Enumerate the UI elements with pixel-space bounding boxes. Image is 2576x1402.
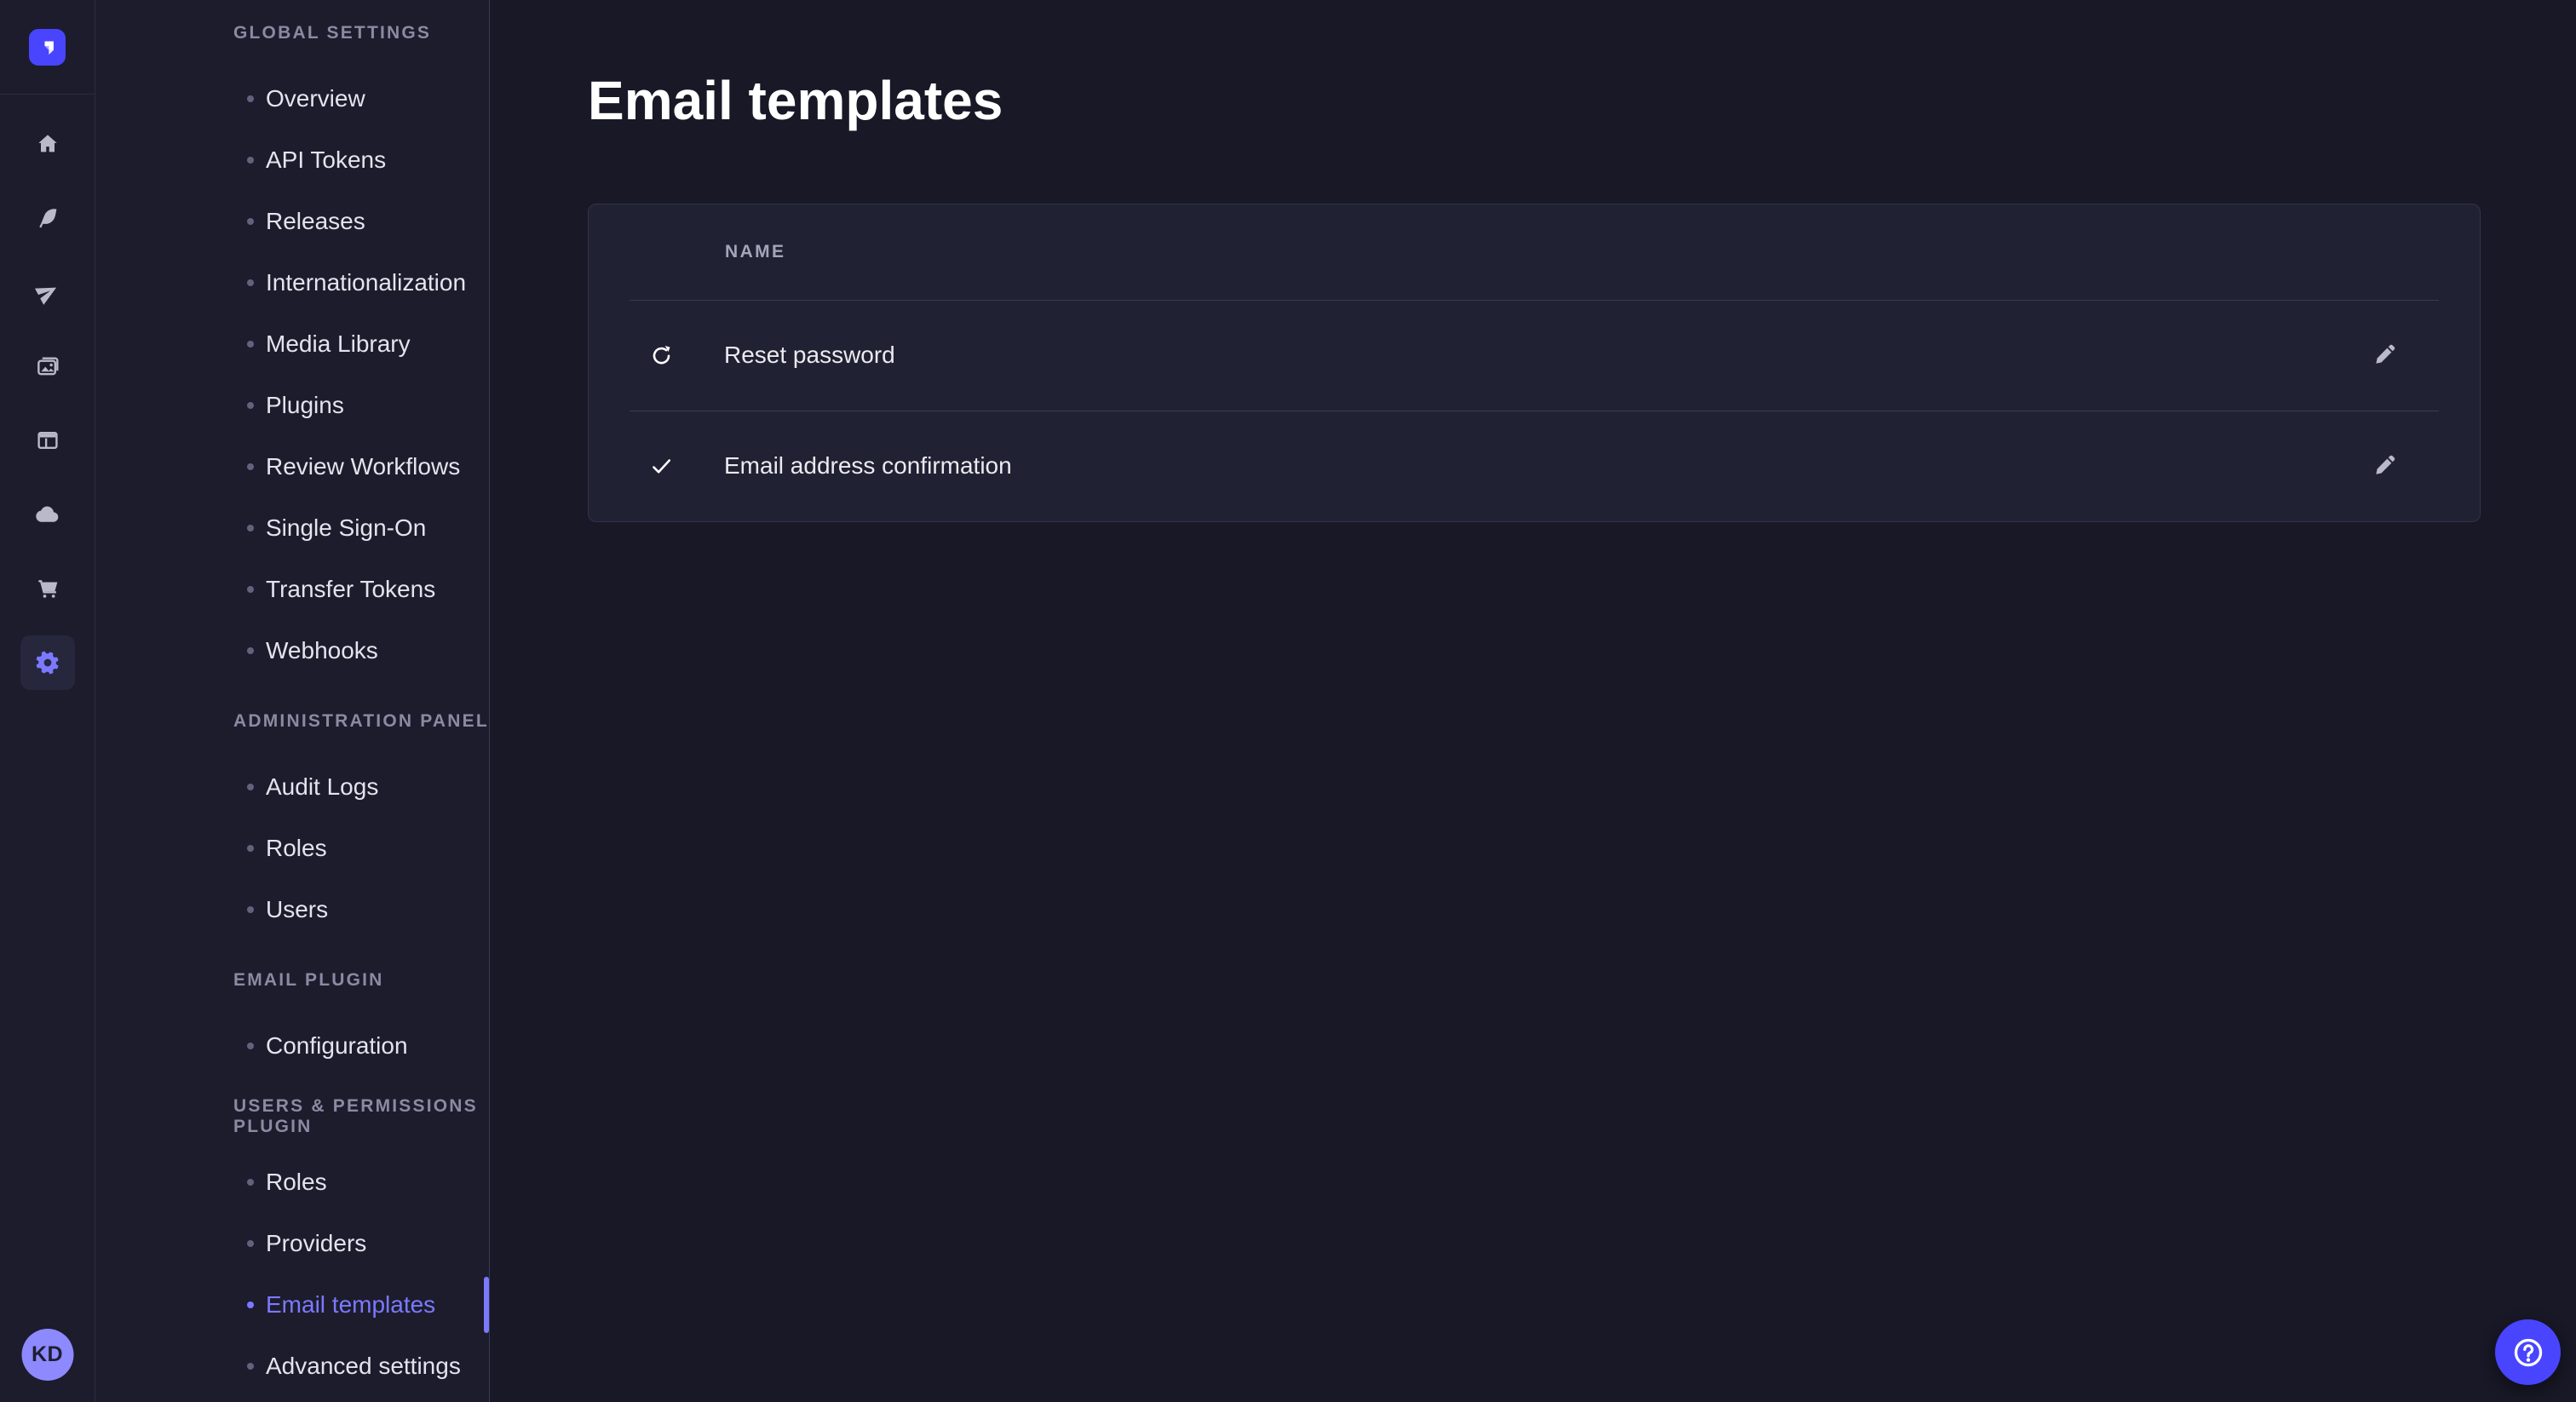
table-row[interactable]: Email address confirmation <box>589 411 2480 521</box>
sidebar-item-webhooks[interactable]: Webhooks <box>95 620 489 681</box>
edit-button[interactable] <box>2366 447 2403 485</box>
sidebar-section-email-plugin: EMAIL PLUGIN Configuration <box>95 963 489 1077</box>
bullet-icon <box>247 463 254 470</box>
sidebar-item-label: Plugins <box>266 392 344 419</box>
releases-icon[interactable] <box>0 255 95 329</box>
bullet-icon <box>247 784 254 790</box>
settings-sidebar: GLOBAL SETTINGS Overview API Tokens Release… <box>95 0 490 1402</box>
refresh-icon <box>644 338 678 372</box>
sidebar-item-label: Single Sign-On <box>266 514 426 542</box>
sidebar-item-label: Roles <box>266 1169 327 1196</box>
rail-nav-list <box>0 106 95 699</box>
sidebar-section-global-settings: GLOBAL SETTINGS Overview API Tokens Release… <box>95 16 489 681</box>
sidebar-section-header: ADMINISTRATION PANEL <box>95 704 489 738</box>
sidebar-item-label: Providers <box>266 1230 366 1257</box>
sidebar-item-releases[interactable]: Releases <box>95 191 489 252</box>
bullet-icon <box>247 845 254 852</box>
sidebar-item-label: Configuration <box>266 1032 408 1060</box>
sidebar-section-users-permissions-plugin: USERS & PERMISSIONS PLUGIN Roles Providers… <box>95 1100 489 1397</box>
page-title: Email templates <box>588 70 2576 133</box>
logo-section <box>0 0 95 95</box>
sidebar-item-plugins[interactable]: Plugins <box>95 375 489 436</box>
media-library-icon[interactable] <box>0 329 95 403</box>
content-type-builder-icon[interactable] <box>0 403 95 477</box>
bullet-icon <box>247 341 254 348</box>
pencil-icon <box>2372 453 2397 479</box>
sidebar-item-transfer-tokens[interactable]: Transfer Tokens <box>95 559 489 620</box>
deploy-icon[interactable] <box>0 477 95 551</box>
bullet-icon <box>247 525 254 531</box>
bullet-icon <box>247 157 254 164</box>
sidebar-item-users[interactable]: Users <box>95 879 489 940</box>
settings-sidebar-list: GLOBAL SETTINGS Overview API Tokens Release… <box>95 16 489 1397</box>
sidebar-item-roles[interactable]: Roles <box>95 1152 489 1213</box>
sidebar-item-providers[interactable]: Providers <box>95 1213 489 1274</box>
question-circle-icon <box>2510 1335 2546 1370</box>
email-templates-table: NAME Reset password <box>588 204 2481 522</box>
bullet-icon <box>247 279 254 286</box>
sidebar-section-header: GLOBAL SETTINGS <box>95 16 489 50</box>
bullet-icon <box>247 1240 254 1247</box>
sidebar-item-review-workflows[interactable]: Review Workflows <box>95 436 489 497</box>
sidebar-section-administration-panel: ADMINISTRATION PANEL Audit Logs Roles Users <box>95 704 489 940</box>
settings-active-pill <box>20 635 75 690</box>
main-nav-rail: KD <box>0 0 95 1402</box>
sidebar-item-label: Releases <box>266 208 365 235</box>
bullet-icon <box>247 218 254 225</box>
bullet-icon <box>247 95 254 102</box>
sidebar-item-label: Audit Logs <box>266 773 378 801</box>
sidebar-item-label: Email templates <box>266 1291 435 1319</box>
content-manager-icon[interactable] <box>0 181 95 255</box>
sidebar-item-label: Users <box>266 896 328 923</box>
check-icon <box>644 449 678 483</box>
strapi-logo-icon[interactable] <box>29 29 66 66</box>
bullet-icon <box>247 1179 254 1186</box>
sidebar-item-media-library[interactable]: Media Library <box>95 313 489 375</box>
sidebar-item-advanced-settings[interactable]: Advanced settings <box>95 1336 489 1397</box>
sidebar-item-label: Webhooks <box>266 637 378 664</box>
marketplace-icon[interactable] <box>0 551 95 625</box>
pencil-icon <box>2372 342 2397 368</box>
home-icon[interactable] <box>0 106 95 181</box>
sidebar-item-api-tokens[interactable]: API Tokens <box>95 129 489 191</box>
sidebar-item-internationalization[interactable]: Internationalization <box>95 252 489 313</box>
sidebar-item-single-sign-on[interactable]: Single Sign-On <box>95 497 489 559</box>
bullet-icon <box>247 402 254 409</box>
sidebar-item-email-templates[interactable]: Email templates <box>95 1274 489 1336</box>
strapi-glyph-icon <box>35 34 60 60</box>
bullet-icon <box>247 1363 254 1370</box>
sidebar-item-label: Overview <box>266 85 365 112</box>
main-content: Email templates NAME Reset password <box>491 0 2576 1402</box>
help-button[interactable] <box>2495 1319 2561 1385</box>
avatar[interactable]: KD <box>21 1329 73 1381</box>
settings-icon[interactable] <box>0 625 95 699</box>
sidebar-item-label: Internationalization <box>266 269 466 296</box>
sidebar-item-label: API Tokens <box>266 147 386 174</box>
sidebar-item-label: Transfer Tokens <box>266 576 435 603</box>
sidebar-item-audit-logs[interactable]: Audit Logs <box>95 756 489 818</box>
template-name: Email address confirmation <box>724 452 1012 480</box>
table-header-row: NAME <box>589 204 2480 300</box>
sidebar-item-label: Media Library <box>266 330 411 358</box>
sidebar-item-label: Roles <box>266 835 327 862</box>
sidebar-item-overview[interactable]: Overview <box>95 68 489 129</box>
name-column-header: NAME <box>725 242 785 262</box>
sidebar-section-header: EMAIL PLUGIN <box>95 963 489 997</box>
sidebar-item-label: Review Workflows <box>266 453 460 480</box>
sidebar-item-roles[interactable]: Roles <box>95 818 489 879</box>
sidebar-item-configuration[interactable]: Configuration <box>95 1015 489 1077</box>
sidebar-section-header: USERS & PERMISSIONS PLUGIN <box>95 1100 489 1134</box>
bullet-icon <box>247 1043 254 1049</box>
table-row[interactable]: Reset password <box>589 301 2480 411</box>
sidebar-item-label: Advanced settings <box>266 1353 461 1380</box>
bullet-icon <box>247 647 254 654</box>
bullet-icon <box>247 906 254 913</box>
bullet-icon <box>247 1301 254 1308</box>
edit-button[interactable] <box>2366 336 2403 374</box>
bullet-icon <box>247 586 254 593</box>
template-name: Reset password <box>724 342 895 369</box>
